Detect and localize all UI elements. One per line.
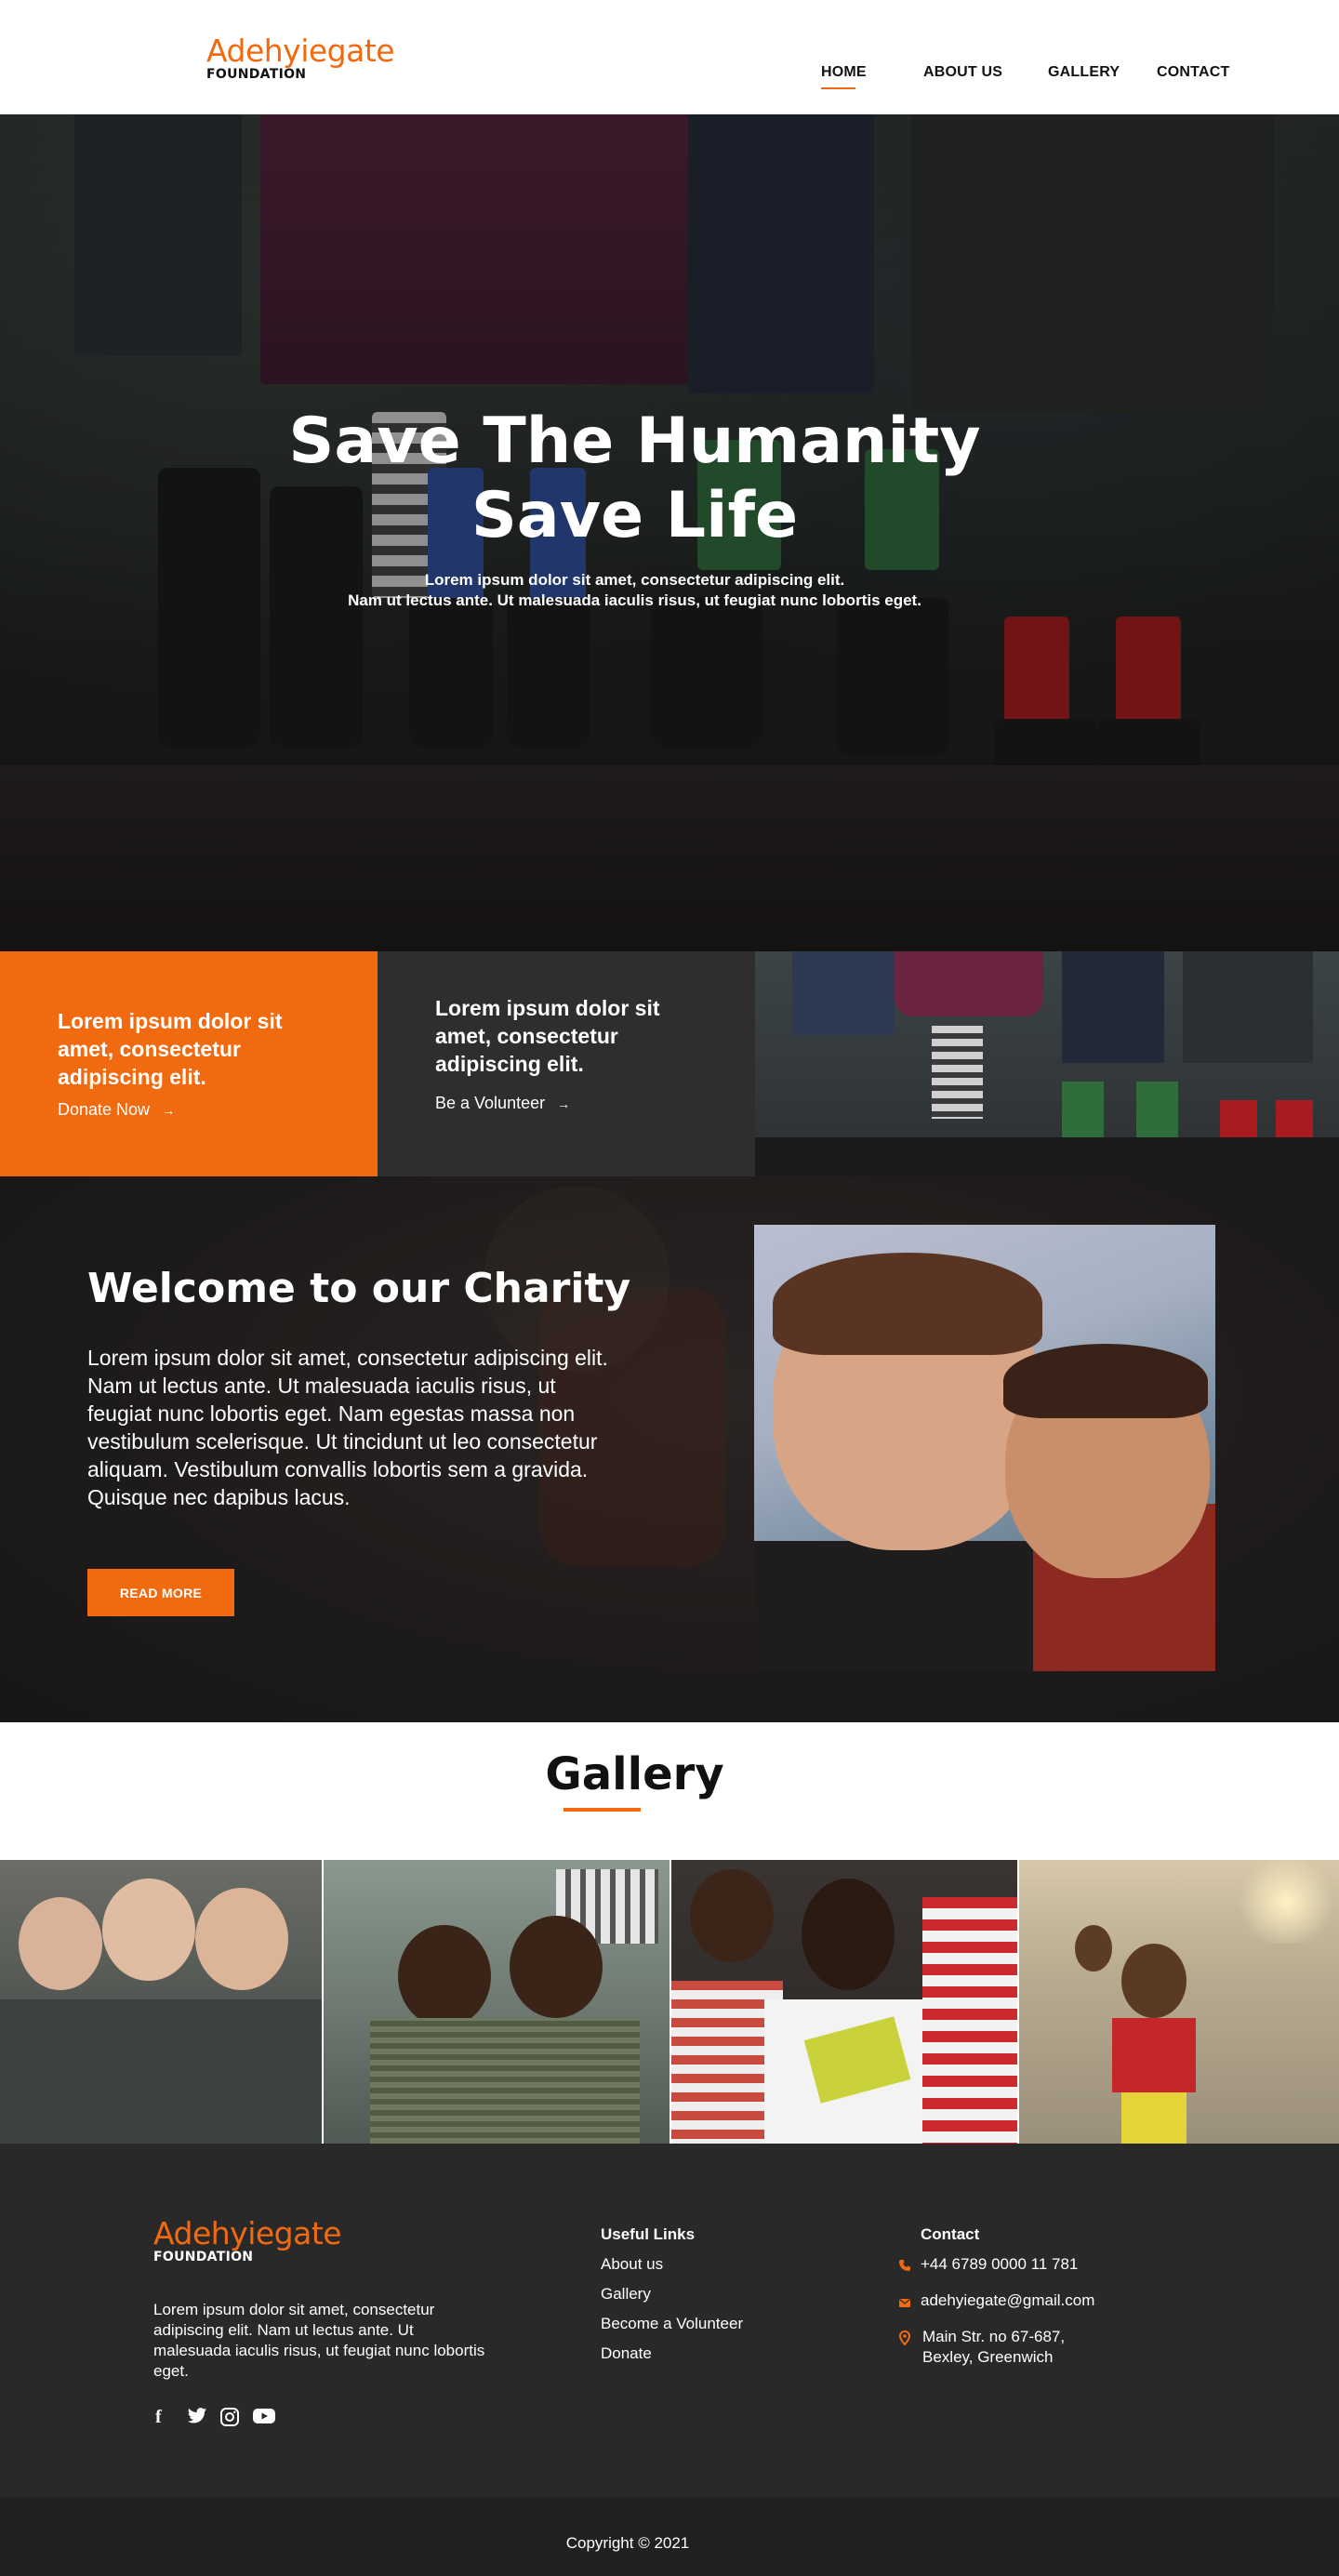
email-icon bbox=[898, 2296, 911, 2309]
twitter-icon[interactable] bbox=[187, 2407, 207, 2430]
footer-link-about[interactable]: About us bbox=[601, 2255, 663, 2274]
address-line1: Main Str. no 67-687, bbox=[922, 2328, 1066, 2345]
nav-contact[interactable]: CONTACT bbox=[1157, 64, 1229, 81]
arrow-right-icon: → bbox=[162, 1103, 176, 1118]
nav-gallery[interactable]: GALLERY bbox=[1048, 64, 1120, 81]
contact-phone[interactable]: +44 6789 0000 11 781 bbox=[921, 2254, 1078, 2275]
welcome-title: Welcome to our Charity bbox=[87, 1265, 631, 1312]
footer-link-gallery[interactable]: Gallery bbox=[601, 2285, 651, 2304]
hero-title-line1: Save The Humanity bbox=[288, 405, 981, 478]
contact-address: Main Str. no 67-687, Bexley, Greenwich bbox=[922, 2327, 1065, 2368]
hero-title: Save The Humanity Save Life bbox=[0, 405, 1269, 553]
feature-band: Lorem ipsum dolor sit amet, consectetur … bbox=[0, 951, 1339, 1176]
gallery-title-underline bbox=[563, 1808, 641, 1812]
footer-about-text: Lorem ipsum dolor sit amet, consectetur … bbox=[153, 2301, 485, 2380]
be-volunteer-label: Be a Volunteer bbox=[435, 1094, 546, 1112]
footer-link-volunteer[interactable]: Become a Volunteer bbox=[601, 2315, 743, 2333]
address-line2: Bexley, Greenwich bbox=[922, 2348, 1054, 2366]
gallery-image-3[interactable] bbox=[671, 1860, 1017, 2144]
facebook-icon[interactable]: f bbox=[155, 2407, 162, 2428]
donate-card: Lorem ipsum dolor sit amet, consectetur … bbox=[0, 951, 378, 1176]
copyright-text: Copyright © 2021 bbox=[565, 2534, 690, 2552]
hero-subtitle: Lorem ipsum dolor sit amet, consectetur … bbox=[0, 570, 1269, 611]
youtube-icon[interactable] bbox=[252, 2407, 276, 2430]
instagram-icon[interactable] bbox=[219, 2407, 240, 2432]
gallery-image-4[interactable] bbox=[1019, 1860, 1339, 2144]
welcome-photo bbox=[754, 1225, 1215, 1671]
contact-title: Contact bbox=[921, 2225, 980, 2243]
gallery-title: Gallery bbox=[545, 1748, 724, 1800]
donate-card-title: Lorem ipsum dolor sit amet, consectetur … bbox=[58, 1009, 283, 1089]
volunteer-card-title: Lorem ipsum dolor sit amet, consectetur … bbox=[435, 996, 660, 1076]
volunteer-card: Lorem ipsum dolor sit amet, consectetur … bbox=[378, 951, 755, 1176]
footer-link-donate[interactable]: Donate bbox=[601, 2344, 652, 2363]
phone-icon bbox=[898, 2259, 911, 2272]
footer-logo[interactable]: Adehyiegate FOUNDATION bbox=[153, 2215, 342, 2264]
welcome-text: Lorem ipsum dolor sit amet, consectetur … bbox=[87, 1346, 608, 1509]
donate-now-label: Donate Now bbox=[58, 1100, 151, 1119]
welcome-section: Welcome to our Charity Lorem ipsum dolor… bbox=[0, 1176, 1339, 1722]
gallery-image-2[interactable] bbox=[324, 1860, 670, 2144]
logo-name: Adehyiegate bbox=[206, 33, 395, 69]
read-more-button[interactable]: READ MORE bbox=[87, 1569, 234, 1616]
location-pin-icon bbox=[898, 2330, 911, 2346]
gallery-grid bbox=[0, 1860, 1339, 2144]
useful-links-title: Useful Links bbox=[601, 2225, 696, 2243]
be-volunteer-link[interactable]: Be a Volunteer → bbox=[435, 1094, 570, 1113]
arrow-right-icon: → bbox=[557, 1096, 571, 1111]
hero-title-line2: Save Life bbox=[471, 479, 799, 552]
nav-home[interactable]: HOME bbox=[821, 64, 867, 89]
kids-photo-tile bbox=[755, 951, 1339, 1176]
footer-logo-subtitle: FOUNDATION bbox=[153, 2250, 254, 2264]
hero-subtitle-line1: Lorem ipsum dolor sit amet, consectetur … bbox=[424, 571, 845, 589]
main-nav: HOME ABOUT US GALLERY CONTACT bbox=[0, 64, 1339, 92]
contact-email[interactable]: adehyiegate@gmail.com bbox=[921, 2291, 1094, 2311]
hero-subtitle-line2: Nam ut lectus ante. Ut malesuada iaculis… bbox=[348, 591, 921, 609]
footer-logo-name: Adehyiegate bbox=[153, 2215, 342, 2251]
donate-now-link[interactable]: Donate Now → bbox=[58, 1100, 175, 1120]
site-header: Adehyiegate FOUNDATION HOME ABOUT US GAL… bbox=[0, 0, 1339, 114]
copyright-bar: Copyright © 2021 bbox=[0, 2497, 1339, 2576]
hero-section: Save The Humanity Save Life Lorem ipsum … bbox=[0, 114, 1339, 951]
site-footer: Adehyiegate FOUNDATION Lorem ipsum dolor… bbox=[0, 2144, 1339, 2497]
nav-about-us[interactable]: ABOUT US bbox=[923, 64, 1002, 81]
gallery-image-1[interactable] bbox=[0, 1860, 322, 2144]
